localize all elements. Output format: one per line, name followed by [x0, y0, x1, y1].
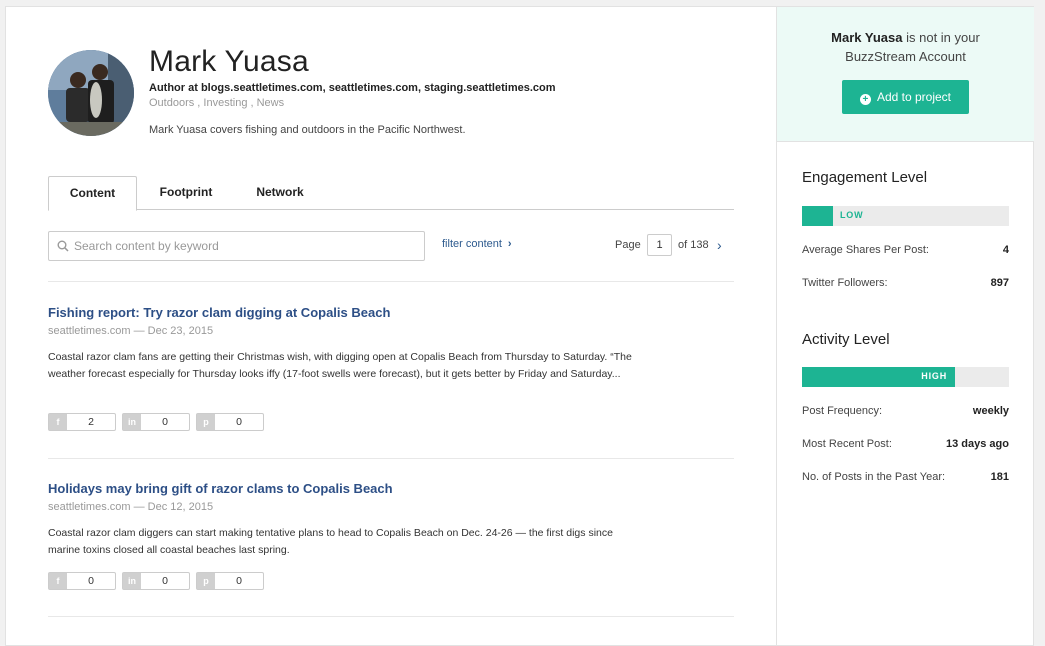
divider [48, 281, 734, 282]
post-excerpt: Coastal razor clam fans are getting thei… [48, 351, 632, 380]
author-line: Author at blogs.seattletimes.com, seattl… [149, 82, 556, 94]
account-name: BuzzStream Account [845, 49, 966, 64]
linkedin-share-count: in 0 [122, 413, 190, 431]
plus-circle-icon: + [859, 94, 871, 105]
search-icon [57, 240, 69, 252]
next-page-icon[interactable]: › [717, 237, 722, 253]
account-status-message: Mark Yuasa is not in your BuzzStream Acc… [777, 28, 1034, 66]
linkedin-share-count: in 0 [122, 572, 190, 590]
stat-value: 13 days ago [946, 438, 1009, 450]
filter-content-link[interactable]: filter content › [442, 238, 512, 250]
share-count-value: 0 [162, 575, 168, 587]
post-title-link[interactable]: Holidays may bring gift of razor clams t… [48, 481, 648, 496]
stat-label: Average Shares Per Post: [802, 244, 929, 256]
pinterest-icon: p [197, 414, 215, 430]
linkedin-icon: in [123, 414, 141, 430]
post-excerpt: Coastal razor clam diggers can start mak… [48, 527, 613, 556]
share-count-value: 0 [236, 575, 242, 587]
post-title-link[interactable]: Fishing report: Try razor clam digging a… [48, 305, 648, 320]
facebook-share-count: f 0 [48, 572, 116, 590]
activity-level-bar: HIGH [802, 367, 1009, 387]
profile-bio: Mark Yuasa covers fishing and outdoors i… [149, 124, 466, 136]
facebook-icon: f [49, 414, 67, 430]
avatar-photo [48, 50, 134, 136]
share-count-value: 0 [88, 575, 94, 587]
search-box [48, 231, 425, 261]
account-status-panel: Mark Yuasa is not in your BuzzStream Acc… [777, 7, 1034, 142]
content-item: Fishing report: Try razor clam digging a… [48, 305, 648, 431]
avatar [48, 50, 134, 136]
divider [48, 458, 734, 459]
stat-label: Twitter Followers: [802, 277, 888, 289]
sidebar: Mark Yuasa is not in your BuzzStream Acc… [776, 7, 1034, 645]
profile-tabs: Content Footprint Network [48, 176, 734, 211]
content-item: Holidays may bring gift of razor clams t… [48, 481, 648, 590]
stat-row: Post Frequency: weekly [802, 405, 1009, 417]
pinterest-icon: p [197, 573, 215, 589]
profile-page: Mark Yuasa Author at blogs.seattletimes.… [5, 6, 1034, 646]
add-to-project-label: Add to project [876, 90, 952, 104]
stat-row: Twitter Followers: 897 [802, 277, 1009, 289]
stat-row: Most Recent Post: 13 days ago [802, 438, 1009, 450]
pinterest-share-count: p 0 [196, 572, 264, 590]
profile-name: Mark Yuasa [149, 45, 309, 78]
add-to-project-button[interactable]: + Add to project [842, 80, 969, 114]
stat-label: No. of Posts in the Past Year: [802, 471, 946, 483]
profile-tags: Outdoors , Investing , News [149, 97, 285, 109]
engagement-level-label: LOW [840, 210, 864, 220]
activity-level-label: HIGH [921, 371, 947, 381]
pinterest-share-count: p 0 [196, 413, 264, 431]
chevron-right-icon: › [507, 238, 512, 250]
status-text: is not in your [906, 30, 980, 45]
stat-label: Post Frequency: [802, 405, 883, 417]
stat-value: 181 [990, 471, 1009, 483]
facebook-icon: f [49, 573, 67, 589]
engagement-level-fill [802, 206, 833, 226]
stat-value: weekly [972, 405, 1009, 417]
filter-content-label: filter content [442, 238, 502, 250]
post-meta: seattletimes.com — Dec 23, 2015 [48, 325, 214, 337]
page-count: of 138 [678, 239, 709, 251]
engagement-level-bar: LOW [802, 206, 1009, 226]
linkedin-icon: in [123, 573, 141, 589]
tab-content[interactable]: Content [48, 176, 137, 211]
share-count-value: 2 [88, 416, 94, 428]
stat-value: 4 [1002, 244, 1009, 256]
divider [48, 616, 734, 617]
tab-network[interactable]: Network [237, 176, 323, 210]
activity-level-heading: Activity Level [802, 331, 890, 348]
contact-name: Mark Yuasa [831, 30, 903, 45]
main-column: Mark Yuasa Author at blogs.seattletimes.… [6, 7, 776, 645]
search-input[interactable] [74, 232, 419, 260]
tab-footprint[interactable]: Footprint [143, 176, 229, 210]
stat-row: Average Shares Per Post: 4 [802, 244, 1009, 256]
share-count-value: 0 [236, 416, 242, 428]
page-label: Page [615, 239, 641, 251]
post-meta: seattletimes.com — Dec 12, 2015 [48, 501, 214, 513]
page-number-input[interactable]: 1 [647, 234, 672, 256]
share-count-value: 0 [162, 416, 168, 428]
engagement-level-heading: Engagement Level [802, 169, 928, 186]
stat-label: Most Recent Post: [802, 438, 892, 450]
stat-row: No. of Posts in the Past Year: 181 [802, 471, 1009, 483]
facebook-share-count: f 2 [48, 413, 116, 431]
stat-value: 897 [990, 277, 1009, 289]
